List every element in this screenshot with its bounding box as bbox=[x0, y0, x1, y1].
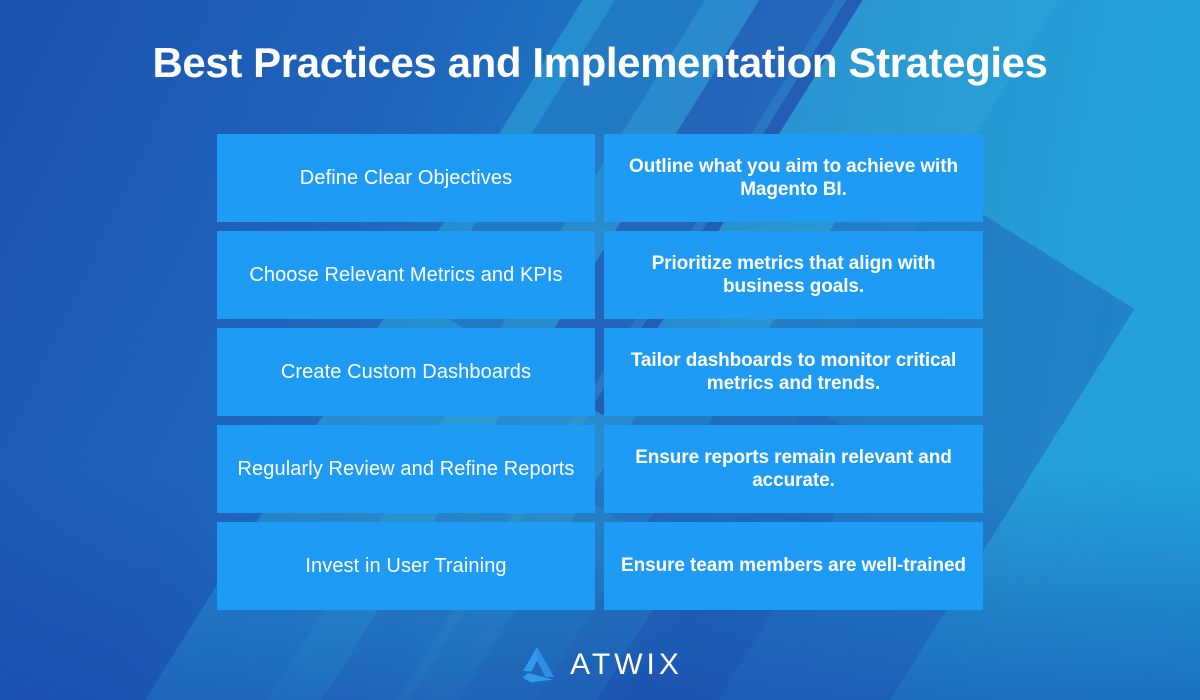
practice-cell: Create Custom Dashboards bbox=[217, 328, 595, 416]
practice-cell: Choose Relevant Metrics and KPIs bbox=[217, 231, 595, 319]
brand-logo: ATWIX bbox=[0, 646, 1200, 684]
atwix-triangle-logo-icon bbox=[517, 646, 557, 684]
detail-cell: Outline what you aim to achieve with Mag… bbox=[604, 134, 983, 222]
detail-cell: Tailor dashboards to monitor critical me… bbox=[604, 328, 983, 416]
table-row: Invest in User Training Ensure team memb… bbox=[217, 522, 983, 610]
brand-wordmark: ATWIX bbox=[570, 648, 683, 681]
practice-cell: Invest in User Training bbox=[217, 522, 595, 610]
page-title: Best Practices and Implementation Strate… bbox=[152, 39, 1048, 86]
table-row: Create Custom Dashboards Tailor dashboar… bbox=[217, 328, 983, 416]
practice-cell: Define Clear Objectives bbox=[217, 134, 595, 222]
table-row: Regularly Review and Refine Reports Ensu… bbox=[217, 425, 983, 513]
practice-cell: Regularly Review and Refine Reports bbox=[217, 425, 595, 513]
detail-cell: Ensure team members are well-trained bbox=[604, 522, 983, 610]
infographic-canvas: Best Practices and Implementation Strate… bbox=[0, 0, 1200, 700]
best-practices-table: Define Clear Objectives Outline what you… bbox=[217, 134, 983, 610]
table-row: Choose Relevant Metrics and KPIs Priorit… bbox=[217, 231, 983, 319]
table-row: Define Clear Objectives Outline what you… bbox=[217, 134, 983, 222]
detail-cell: Ensure reports remain relevant and accur… bbox=[604, 425, 983, 513]
detail-cell: Prioritize metrics that align with busin… bbox=[604, 231, 983, 319]
